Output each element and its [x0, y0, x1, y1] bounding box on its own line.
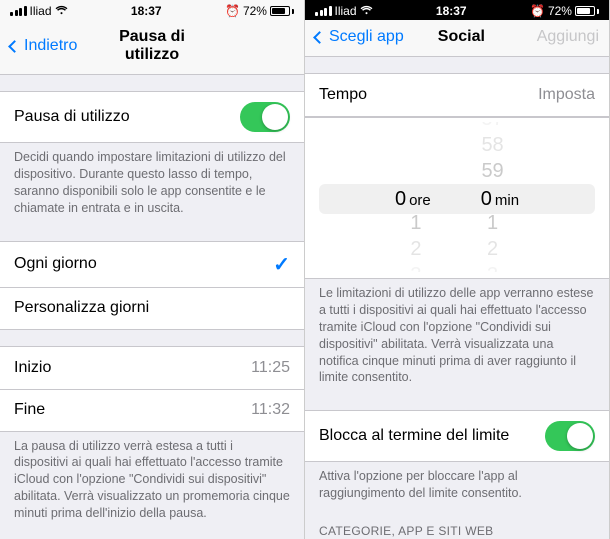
- battery-percent: 72%: [243, 4, 267, 18]
- nav-bar: Indietro Pausa di utilizzo: [0, 20, 304, 75]
- block-limit-toggle[interactable]: [545, 421, 595, 451]
- carrier-label: Iliad: [30, 4, 52, 18]
- back-label: Scegli app: [329, 28, 404, 46]
- back-button[interactable]: Indietro: [10, 37, 90, 55]
- limits-footer: Le limitazioni di utilizzo delle app ver…: [305, 279, 609, 394]
- start-label: Inizio: [14, 359, 51, 377]
- downtime-toggle[interactable]: [240, 102, 290, 132]
- alarm-icon: ⏰: [225, 4, 240, 18]
- nav-bar: Scegli app Social Aggiungi: [305, 20, 609, 57]
- start-value: 11:25: [251, 359, 290, 377]
- minutes-unit: min: [495, 192, 519, 209]
- downtime-toggle-row[interactable]: Pausa di utilizzo: [0, 92, 304, 142]
- time-footer: La pausa di utilizzo verrà estesa a tutt…: [0, 432, 304, 530]
- status-bar: Iliad 18:37 ⏰ 72%: [0, 0, 304, 20]
- alarm-icon: ⏰: [530, 4, 545, 18]
- carrier-label: Iliad: [335, 4, 357, 18]
- time-row[interactable]: Tempo Imposta: [305, 74, 609, 116]
- time-value: Imposta: [538, 86, 595, 104]
- time-label: Tempo: [319, 86, 367, 104]
- hours-selected: 0: [395, 188, 406, 210]
- end-label: Fine: [14, 401, 45, 419]
- signal-icon: [10, 6, 27, 16]
- minutes-selected: 0: [481, 188, 492, 210]
- end-value: 11:32: [251, 401, 290, 419]
- custom-days-row[interactable]: Personalizza giorni: [0, 287, 304, 329]
- page-title: Pausa di utilizzo: [90, 28, 214, 64]
- chevron-left-icon: [8, 40, 21, 53]
- status-bar: Iliad 18:37 ⏰ 72%: [305, 0, 609, 20]
- downtime-label: Pausa di utilizzo: [14, 108, 130, 126]
- back-button[interactable]: Scegli app: [315, 28, 404, 46]
- end-time-row[interactable]: Fine 11:32: [0, 389, 304, 431]
- status-time: 18:37: [131, 4, 162, 18]
- downtime-description: Decidi quando impostare limitazioni di u…: [0, 143, 304, 225]
- status-time: 18:37: [436, 4, 467, 18]
- every-day-label: Ogni giorno: [14, 255, 97, 273]
- custom-days-label: Personalizza giorni: [14, 299, 149, 317]
- battery-percent: 72%: [548, 4, 572, 18]
- battery-icon: [575, 6, 599, 16]
- wifi-icon: [360, 4, 373, 18]
- battery-icon: [270, 6, 294, 16]
- back-label: Indietro: [24, 37, 77, 55]
- block-at-limit-row[interactable]: Blocca al termine del limite: [305, 411, 609, 461]
- add-button[interactable]: Aggiungi: [537, 28, 599, 46]
- block-limit-label: Blocca al termine del limite: [319, 427, 509, 445]
- hours-unit: ore: [409, 192, 431, 209]
- page-title: Social: [404, 28, 519, 46]
- signal-icon: [315, 6, 332, 16]
- start-time-row[interactable]: Inizio 11:25: [0, 347, 304, 389]
- picker-selection: 0ore 0min: [319, 184, 595, 214]
- wifi-icon: [55, 4, 68, 18]
- time-picker[interactable]: 1 2 3 57 58 59 1 2 3 0ore 0min: [305, 117, 609, 279]
- every-day-row[interactable]: Ogni giorno ✓: [0, 242, 304, 287]
- checkmark-icon: ✓: [273, 252, 290, 277]
- chevron-left-icon: [313, 31, 326, 44]
- categories-header: CATEGORIE, APP E SITI WEB: [305, 510, 609, 539]
- block-limit-footer: Attiva l'opzione per bloccare l'app al r…: [305, 462, 609, 510]
